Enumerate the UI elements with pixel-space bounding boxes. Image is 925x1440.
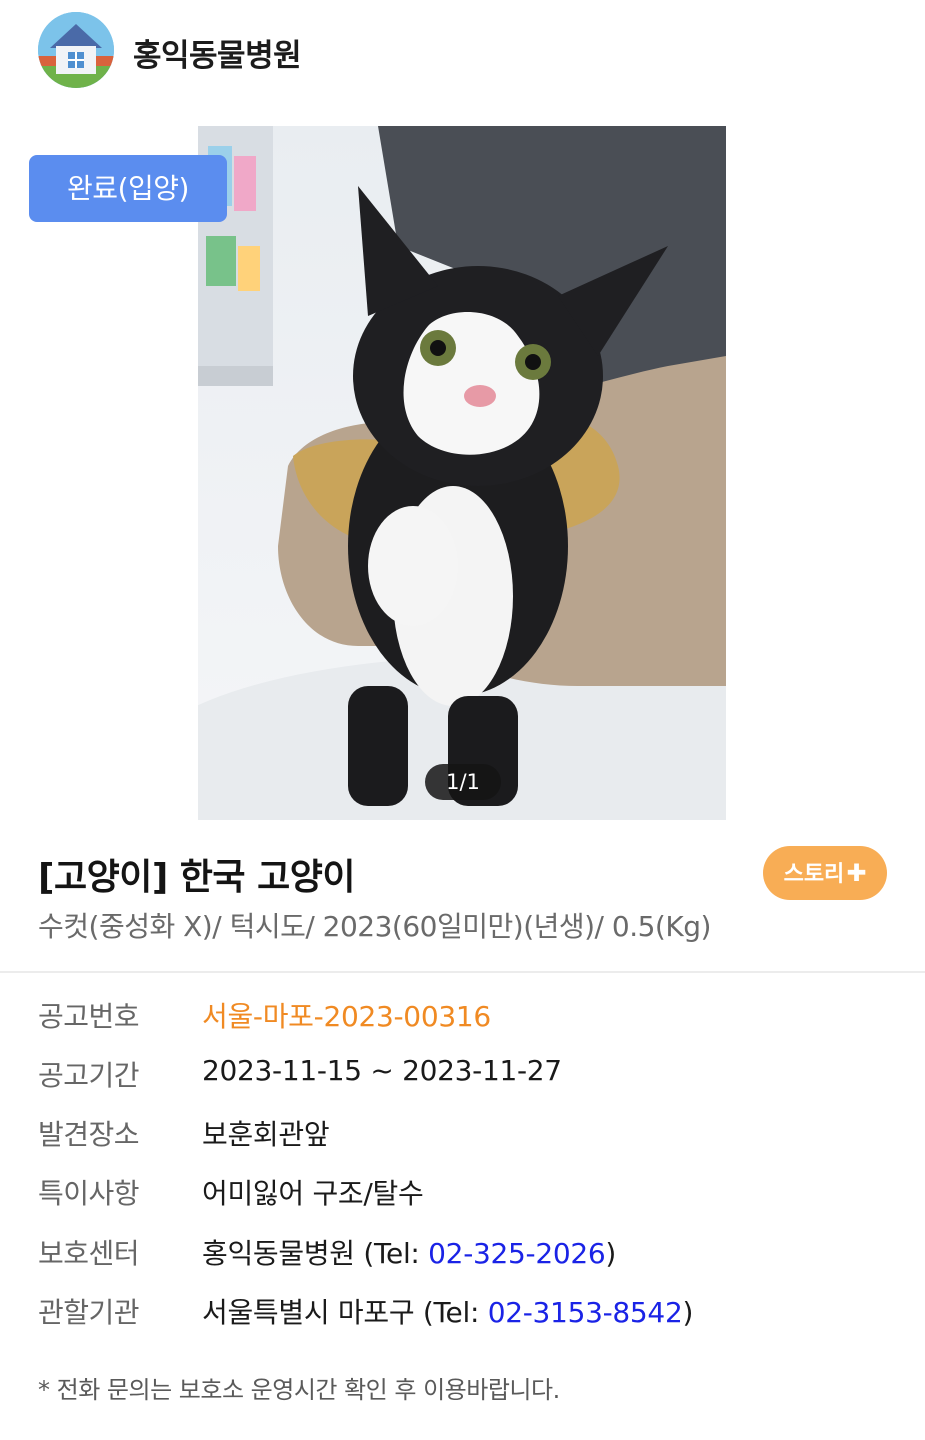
animal-detail-page: 홍익동물병원 완료(입양) 1/1 [고양이] 한국 고양이 스토리✚ 수컷(중… <box>0 0 925 1440</box>
story-button[interactable]: 스토리✚ <box>763 846 887 900</box>
plus-icon: ✚ <box>846 859 867 887</box>
shelter-info: 홍익동물병원 (Tel: 02-325-2026) <box>202 1232 616 1272</box>
story-button-label: 스토리 <box>783 862 845 887</box>
special-notes: 어미잃어 구조/탈수 <box>202 1177 424 1210</box>
jurisdiction-text-end: ) <box>682 1296 694 1329</box>
animal-photo[interactable] <box>198 126 726 820</box>
house-icon[interactable] <box>38 12 114 88</box>
jurisdiction-info: 서울특별시 마포구 (Tel: 02-3153-8542) <box>202 1291 693 1331</box>
detail-label: 공고기간 <box>38 1059 140 1092</box>
detail-label: 관할기관 <box>38 1296 140 1329</box>
header: 홍익동물병원 <box>0 0 925 100</box>
jurisdiction-phone-link[interactable]: 02-3153-8542 <box>488 1296 683 1329</box>
animal-title: [고양이] 한국 고양이 <box>38 857 355 898</box>
jurisdiction-text: 서울특별시 마포구 (Tel: <box>202 1296 488 1329</box>
shelter-name[interactable]: 홍익동물병원 <box>133 30 302 75</box>
section-divider <box>0 971 925 973</box>
notice-number: 서울-마포-2023-00316 <box>202 1000 491 1033</box>
detail-label: 공고번호 <box>38 1000 140 1033</box>
detail-label: 특이사항 <box>38 1177 140 1210</box>
shelter-text-end: ) <box>605 1237 617 1270</box>
found-location: 보훈회관앞 <box>202 1118 330 1151</box>
shelter-phone-link[interactable]: 02-325-2026 <box>428 1237 606 1270</box>
photo-counter: 1/1 <box>425 764 501 800</box>
shelter-text: 홍익동물병원 (Tel: <box>202 1237 429 1270</box>
status-badge: 완료(입양) <box>29 155 227 222</box>
animal-subtitle: 수컷(중성화 X)/ 턱시도/ 2023(60일미만)(년생)/ 0.5(Kg) <box>38 910 711 943</box>
detail-label: 보호센터 <box>38 1237 140 1270</box>
contact-note: * 전화 문의는 보호소 운영시간 확인 후 이용바랍니다. <box>38 1376 560 1404</box>
detail-label: 발견장소 <box>38 1118 140 1151</box>
notice-period: 2023-11-15 ~ 2023-11-27 <box>202 1054 562 1087</box>
